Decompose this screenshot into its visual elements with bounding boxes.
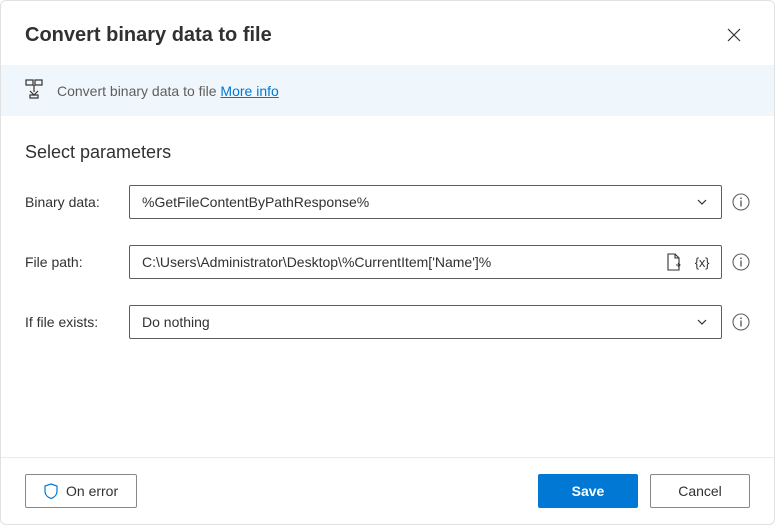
on-error-label: On error (66, 483, 118, 499)
dialog-header: Convert binary data to file (1, 1, 774, 65)
file-path-icons: {x} (663, 251, 713, 273)
shield-icon (44, 483, 58, 499)
if-file-exists-label: If file exists: (25, 314, 117, 330)
save-label: Save (572, 483, 605, 499)
dialog: Convert binary data to file Convert bina… (0, 0, 775, 525)
more-info-link[interactable]: More info (220, 83, 278, 99)
chevron-down-icon[interactable] (691, 191, 713, 213)
row-if-file-exists: If file exists: Do nothing (25, 305, 750, 339)
file-path-value: C:\Users\Administrator\Desktop\%CurrentI… (142, 254, 663, 270)
if-file-exists-icons (691, 311, 713, 333)
info-bar-label: Convert binary data to file (57, 83, 217, 99)
binary-data-value: %GetFileContentByPathResponse% (142, 194, 691, 210)
info-icon[interactable] (732, 253, 750, 271)
footer-right: Save Cancel (538, 474, 750, 508)
close-button[interactable] (718, 19, 750, 51)
dialog-body: Select parameters Binary data: %GetFileC… (1, 116, 774, 457)
select-file-icon[interactable] (663, 251, 685, 273)
cancel-button[interactable]: Cancel (650, 474, 750, 508)
row-file-path: File path: C:\Users\Administrator\Deskto… (25, 245, 750, 279)
binary-data-icons (691, 191, 713, 213)
close-icon (727, 28, 741, 42)
if-file-exists-field-wrap: Do nothing (129, 305, 750, 339)
on-error-button[interactable]: On error (25, 474, 137, 508)
info-icon[interactable] (732, 193, 750, 211)
info-bar: Convert binary data to file More info (1, 65, 774, 116)
chevron-down-icon[interactable] (691, 311, 713, 333)
info-icon[interactable] (732, 313, 750, 331)
file-path-field-wrap: C:\Users\Administrator\Desktop\%CurrentI… (129, 245, 750, 279)
section-title: Select parameters (25, 142, 750, 163)
dialog-footer: On error Save Cancel (1, 457, 774, 524)
binary-data-field-wrap: %GetFileContentByPathResponse% (129, 185, 750, 219)
convert-file-icon (25, 79, 43, 102)
file-path-label: File path: (25, 254, 117, 270)
cancel-label: Cancel (678, 483, 722, 499)
if-file-exists-value: Do nothing (142, 314, 691, 330)
file-path-input[interactable]: C:\Users\Administrator\Desktop\%CurrentI… (129, 245, 722, 279)
save-button[interactable]: Save (538, 474, 638, 508)
info-bar-text: Convert binary data to file More info (57, 83, 279, 99)
dialog-title: Convert binary data to file (25, 24, 272, 47)
if-file-exists-select[interactable]: Do nothing (129, 305, 722, 339)
variable-icon[interactable]: {x} (691, 251, 713, 273)
row-binary-data: Binary data: %GetFileContentByPathRespon… (25, 185, 750, 219)
binary-data-input[interactable]: %GetFileContentByPathResponse% (129, 185, 722, 219)
binary-data-label: Binary data: (25, 194, 117, 210)
